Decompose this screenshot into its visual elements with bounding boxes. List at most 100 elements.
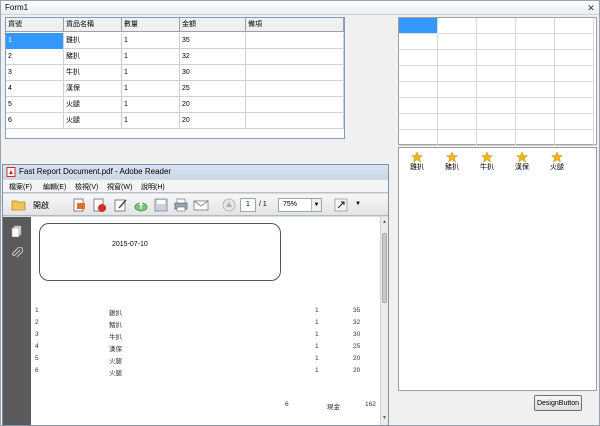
grid-cell[interactable] xyxy=(555,114,594,130)
table-cell[interactable]: 3 xyxy=(6,65,64,81)
grid-cell[interactable] xyxy=(399,82,438,98)
grid-cell[interactable] xyxy=(399,34,438,50)
grid-cell[interactable] xyxy=(477,130,516,146)
grid-cell[interactable] xyxy=(399,114,438,130)
table-row[interactable]: 5 火腿 1 20 xyxy=(6,97,344,113)
table-cell[interactable]: 6 xyxy=(6,113,64,129)
grid-cell[interactable] xyxy=(555,98,594,114)
scroll-down-icon[interactable]: ▼ xyxy=(381,415,388,423)
create-pdf-icon[interactable] xyxy=(71,197,87,213)
grid-cell[interactable] xyxy=(477,114,516,130)
secondary-grid[interactable] xyxy=(398,17,597,146)
menu-view[interactable]: 檢視(V) xyxy=(75,182,98,192)
grid-cell[interactable] xyxy=(477,98,516,114)
grid-cell[interactable] xyxy=(555,34,594,50)
pages-icon[interactable] xyxy=(11,225,23,237)
table-cell[interactable] xyxy=(246,49,344,65)
grid-cell[interactable] xyxy=(477,50,516,66)
sign-icon[interactable] xyxy=(113,197,129,213)
print-icon[interactable] xyxy=(173,197,189,213)
design-button[interactable]: DesignButton xyxy=(534,395,582,411)
grid-cell[interactable] xyxy=(555,50,594,66)
table-cell[interactable]: 2 xyxy=(6,49,64,65)
table-cell[interactable]: 1 xyxy=(6,33,64,49)
table-cell[interactable]: 豬扒 xyxy=(64,49,122,65)
table-cell[interactable]: 1 xyxy=(122,65,180,81)
grid-cell[interactable] xyxy=(516,114,555,130)
grid-cell[interactable] xyxy=(477,66,516,82)
grid-cell[interactable] xyxy=(516,18,555,34)
menu-help[interactable]: 說明(H) xyxy=(141,182,165,192)
grid-cell[interactable] xyxy=(516,66,555,82)
previous-page-icon[interactable] xyxy=(221,197,237,213)
save-icon[interactable] xyxy=(153,197,169,213)
table-cell[interactable] xyxy=(246,113,344,129)
column-header-remarks[interactable]: 備項 xyxy=(246,18,344,32)
table-cell[interactable]: 雞扒 xyxy=(64,33,122,49)
grid-cell[interactable] xyxy=(555,66,594,82)
order-grid[interactable]: 貨號 貨品名稱 數量 金額 備項 1 雞扒 1 35 2 豬扒 1 32 3 牛… xyxy=(5,17,345,139)
grid-cell[interactable] xyxy=(477,82,516,98)
table-cell[interactable]: 30 xyxy=(180,65,246,81)
reader-titlebar[interactable]: Fast Report Document.pdf - Adobe Reader xyxy=(3,165,388,179)
document-viewport[interactable]: 2015-07-10 1 雞扒 1 35 2 豬扒 1 32 3 牛扒 1 30… xyxy=(31,217,380,425)
table-cell[interactable]: 1 xyxy=(122,33,180,49)
open-button[interactable]: 開啟 xyxy=(33,200,49,211)
grid-cell[interactable] xyxy=(399,66,438,82)
table-cell[interactable]: 1 xyxy=(122,97,180,113)
product-button-beef-steak[interactable]: 牛扒 xyxy=(472,152,502,172)
table-cell[interactable]: 漢保 xyxy=(64,81,122,97)
table-cell[interactable] xyxy=(246,33,344,49)
grid-cell[interactable] xyxy=(399,18,438,34)
column-header-item-no[interactable]: 貨號 xyxy=(6,18,64,32)
grid-cell[interactable] xyxy=(438,82,477,98)
table-row[interactable]: 2 豬扒 1 32 xyxy=(6,49,344,65)
grid-cell[interactable] xyxy=(555,130,594,146)
table-cell[interactable]: 25 xyxy=(180,81,246,97)
grid-cell[interactable] xyxy=(438,18,477,34)
scroll-up-icon[interactable]: ▲ xyxy=(381,219,388,227)
product-button-chicken-chop[interactable]: 雞扒 xyxy=(402,152,432,172)
close-icon[interactable]: ✕ xyxy=(586,3,596,13)
grid-cell[interactable] xyxy=(555,18,594,34)
grid-cell[interactable] xyxy=(516,98,555,114)
menu-edit[interactable]: 編輯(E) xyxy=(43,182,66,192)
grid-cell[interactable] xyxy=(438,66,477,82)
grid-cell[interactable] xyxy=(399,130,438,146)
grid-cell[interactable] xyxy=(438,130,477,146)
expand-icon[interactable] xyxy=(333,197,349,213)
table-row[interactable]: 1 雞扒 1 35 xyxy=(6,33,344,49)
grid-cell[interactable] xyxy=(438,50,477,66)
menu-window[interactable]: 視窗(W) xyxy=(107,182,132,192)
table-cell[interactable]: 1 xyxy=(122,49,180,65)
grid-cell[interactable] xyxy=(516,130,555,146)
table-row[interactable]: 4 漢保 1 25 xyxy=(6,81,344,97)
attachment-icon[interactable] xyxy=(11,247,23,259)
table-cell[interactable] xyxy=(246,97,344,113)
chevron-down-icon[interactable]: ▼ xyxy=(311,199,321,211)
vertical-scrollbar[interactable]: ▲ ▼ xyxy=(380,217,388,425)
email-icon[interactable] xyxy=(193,197,209,213)
table-cell[interactable]: 火腿 xyxy=(64,97,122,113)
zoom-select[interactable]: 75% ▼ xyxy=(278,198,322,212)
page-number-input[interactable]: 1 xyxy=(240,198,256,212)
table-cell[interactable]: 20 xyxy=(180,113,246,129)
grid-cell[interactable] xyxy=(555,82,594,98)
product-button-burger[interactable]: 漢保 xyxy=(507,152,537,172)
scrollbar-thumb[interactable] xyxy=(382,233,387,303)
column-header-item-name[interactable]: 貨品名稱 xyxy=(64,18,122,32)
overflow-menu-icon[interactable]: ▼ xyxy=(355,201,361,207)
grid-cell[interactable] xyxy=(477,34,516,50)
grid-cell[interactable] xyxy=(516,50,555,66)
table-cell[interactable]: 4 xyxy=(6,81,64,97)
column-header-quantity[interactable]: 數量 xyxy=(122,18,180,32)
table-cell[interactable]: 牛扒 xyxy=(64,65,122,81)
grid-cell[interactable] xyxy=(399,98,438,114)
form1-titlebar[interactable]: Form1 ✕ xyxy=(1,1,599,15)
convert-pdf-icon[interactable] xyxy=(91,197,107,213)
table-cell[interactable]: 5 xyxy=(6,97,64,113)
grid-cell[interactable] xyxy=(438,98,477,114)
grid-cell[interactable] xyxy=(438,34,477,50)
table-cell[interactable] xyxy=(246,81,344,97)
table-cell[interactable]: 20 xyxy=(180,97,246,113)
